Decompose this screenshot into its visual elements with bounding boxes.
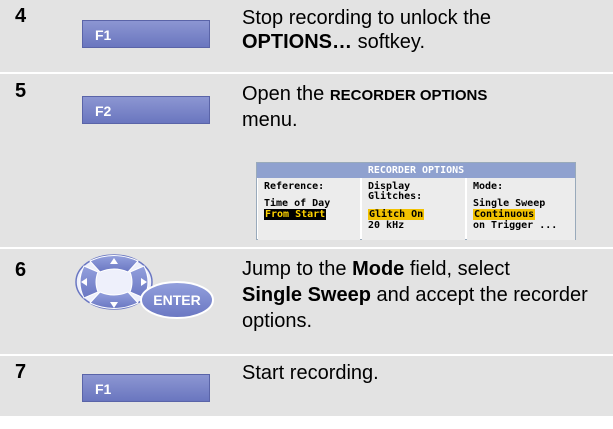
desc-text: Open the (242, 83, 330, 105)
recorder-options-screen: RECORDER OPTIONS Reference: Time of Day … (256, 162, 576, 240)
desc-bold: OPTIONS… (242, 31, 353, 53)
desc-bold: Mode (352, 258, 405, 280)
mode-option[interactable]: on Trigger ... (473, 220, 557, 231)
f1-softkey[interactable]: F1 (82, 20, 210, 48)
step-number: 4 (15, 5, 27, 27)
f1-softkey[interactable]: F1 (82, 374, 210, 402)
desc-text: softkey. (352, 31, 426, 53)
selected-highlight: From Start (264, 209, 327, 220)
desc-text: menu. (242, 109, 298, 131)
step-description: Start recording. (242, 361, 602, 385)
reference-option-selected[interactable]: From Start (264, 209, 327, 220)
step-number: 5 (15, 80, 27, 102)
mode-column: Mode: Single Sweep Continuous on Trigger… (467, 178, 575, 240)
desc-text: Jump to the (242, 258, 353, 280)
manual-page: 4 F1 Stop recording to unlock the OPTION… (0, 0, 613, 429)
desc-bold: Single Sweep (242, 284, 371, 306)
recorder-options-title: RECORDER OPTIONS (257, 163, 575, 178)
reference-option[interactable]: Time of Day (264, 198, 330, 209)
desc-text: Start recording. (242, 362, 379, 384)
step-row-7: 7 F1 Start recording. (0, 356, 613, 416)
glitch-option[interactable]: 20 kHz (368, 220, 404, 231)
step-description: Stop recording to unlock the OPTIONS… so… (242, 6, 602, 54)
reference-column: Reference: Time of Day From Start (258, 178, 360, 240)
navigation-pad: ENTER (75, 254, 214, 319)
softkey-label: F1 (95, 381, 112, 397)
glitch-option-selected[interactable]: Glitch On (368, 209, 425, 220)
step-number: 7 (15, 361, 27, 383)
display-glitches-label-2: Glitches: (368, 191, 423, 202)
f2-softkey[interactable]: F2 (82, 96, 210, 124)
step-description: Jump to the Mode field, select Single Sw… (242, 256, 602, 334)
step-row-4: 4 F1 Stop recording to unlock the OPTION… (0, 0, 613, 72)
desc-bold: RECORDER OPTIONS (329, 87, 488, 104)
softkey-label: F1 (95, 27, 112, 43)
desc-text: Stop recording to unlock the (242, 7, 492, 29)
softkey-label: F2 (95, 103, 112, 119)
selected-highlight: Glitch On (368, 209, 425, 220)
step-description: Open the RECORDER OPTIONS menu. (242, 82, 602, 132)
selected-highlight: Continuous (473, 209, 536, 220)
enter-key-label: ENTER (153, 292, 200, 308)
reference-label: Reference: (264, 181, 325, 192)
mode-option[interactable]: Single Sweep (473, 198, 545, 209)
mode-label: Mode: (473, 181, 504, 192)
mode-option-selected[interactable]: Continuous (473, 209, 536, 220)
display-glitches-column: Display Glitches: Glitch On 20 kHz (362, 178, 465, 240)
desc-text: field, select (404, 258, 510, 280)
step-number: 6 (15, 259, 27, 281)
